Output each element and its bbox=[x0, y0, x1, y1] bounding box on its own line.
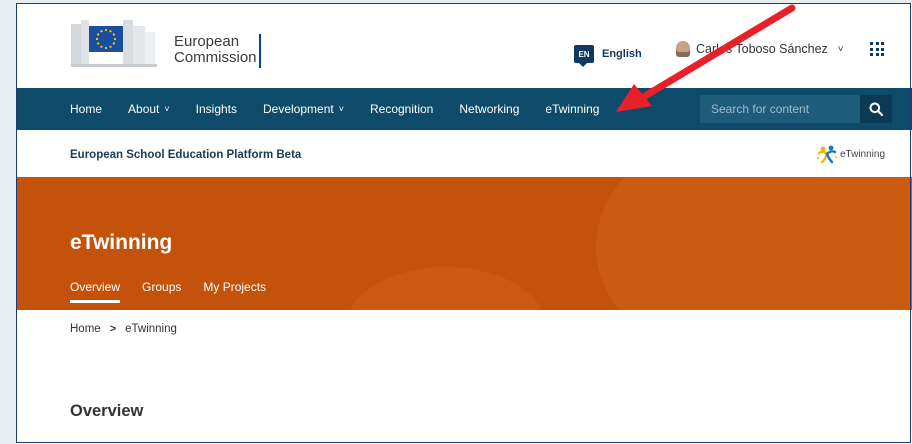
nav-item-recognition[interactable]: Recognition bbox=[370, 102, 433, 116]
nav-item-etwinning[interactable]: eTwinning bbox=[545, 102, 599, 116]
breadcrumb-current: eTwinning bbox=[125, 323, 177, 335]
breadcrumb: Home > eTwinning bbox=[70, 323, 177, 335]
hero-decoration bbox=[346, 267, 546, 310]
logo-divider bbox=[259, 34, 261, 68]
hero-decoration bbox=[596, 177, 912, 310]
user-name: Carlos Toboso Sánchez bbox=[696, 42, 828, 56]
browser-page: European Commission EN English Carlos To… bbox=[16, 3, 912, 444]
search-button[interactable] bbox=[860, 95, 892, 123]
nav-item-label: About bbox=[128, 102, 160, 116]
etwinning-logo[interactable]: eTwinning bbox=[816, 144, 885, 164]
site-header: European Commission EN English Carlos To… bbox=[16, 3, 912, 88]
nav-item-networking[interactable]: Networking bbox=[459, 102, 519, 116]
nav-item-label: eTwinning bbox=[545, 102, 600, 116]
nav-item-development[interactable]: Development ˅ bbox=[263, 102, 344, 116]
search-input[interactable] bbox=[700, 95, 860, 123]
ec-logo-line1: European bbox=[174, 33, 240, 50]
nav-item-label: Home bbox=[70, 102, 103, 116]
platform-title[interactable]: European School Education Platform Beta bbox=[70, 149, 301, 161]
section-title: Overview bbox=[70, 402, 144, 420]
etwinning-figure-icon bbox=[817, 145, 837, 164]
ec-logo-line2: Commission bbox=[174, 49, 257, 66]
european-commission-logo[interactable]: European Commission bbox=[71, 20, 271, 68]
breadcrumb-home[interactable]: Home bbox=[70, 323, 101, 335]
tab-overview[interactable]: Overview bbox=[70, 280, 121, 303]
avatar bbox=[676, 41, 690, 57]
platform-bar: European School Education Platform Beta … bbox=[16, 130, 912, 178]
hero-tabs: Overview Groups My Projects bbox=[70, 280, 288, 303]
nav-item-about[interactable]: About ˅ bbox=[128, 102, 170, 116]
chevron-down-icon: ˅ bbox=[164, 104, 170, 114]
breadcrumb-separator: > bbox=[109, 323, 117, 335]
search-box bbox=[700, 95, 892, 123]
nav-item-label: Recognition bbox=[369, 102, 434, 116]
chevron-down-icon: ˅ bbox=[837, 43, 844, 55]
nav-item-label: Insights bbox=[195, 102, 237, 116]
language-badge-icon: EN bbox=[574, 45, 594, 67]
apps-grid-icon[interactable] bbox=[870, 42, 884, 56]
user-menu[interactable]: Carlos Toboso Sánchez ˅ bbox=[676, 41, 844, 57]
nav-item-home[interactable]: Home bbox=[70, 102, 102, 116]
language-selector[interactable]: EN English bbox=[574, 43, 642, 67]
nav-item-label: Networking bbox=[459, 102, 520, 116]
search-icon bbox=[869, 102, 883, 116]
hero-banner: eTwinning Overview Groups My Projects bbox=[16, 177, 912, 310]
tab-my-projects[interactable]: My Projects bbox=[203, 280, 266, 303]
page-title: eTwinning bbox=[70, 231, 173, 254]
nav-item-insights[interactable]: Insights bbox=[196, 102, 237, 116]
ec-logo-text: European Commission bbox=[174, 34, 257, 66]
etwinning-logo-text: eTwinning bbox=[840, 148, 886, 160]
main-navigation: Home About ˅ Insights Development ˅ Recogn… bbox=[16, 88, 912, 130]
chevron-down-icon: ˅ bbox=[338, 104, 344, 114]
ec-building-flag-icon bbox=[71, 20, 161, 68]
language-label: English bbox=[602, 48, 642, 60]
nav-item-label: Development bbox=[263, 102, 334, 116]
tab-groups[interactable]: Groups bbox=[142, 280, 181, 303]
